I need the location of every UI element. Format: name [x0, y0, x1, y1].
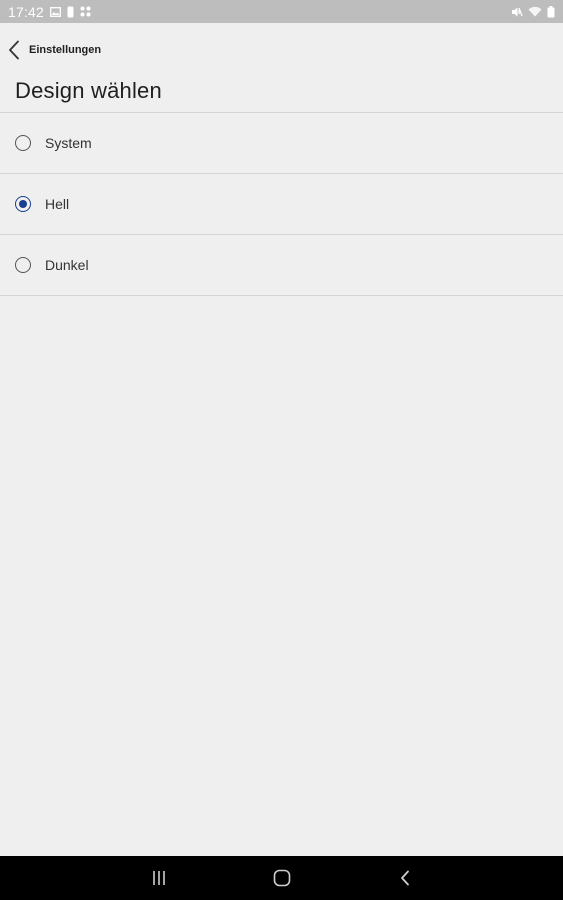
recent-apps-icon: [151, 870, 167, 886]
option-dunkel[interactable]: Dunkel: [0, 235, 563, 296]
status-left: 17:42: [8, 4, 91, 20]
navigation-bar: [0, 856, 563, 900]
option-label: Hell: [45, 196, 70, 212]
back-icon: [399, 870, 411, 886]
home-icon: [273, 869, 291, 887]
home-button[interactable]: [260, 856, 304, 900]
option-hell[interactable]: Hell: [0, 174, 563, 235]
status-right: [511, 5, 555, 18]
apps-grid-icon: [80, 6, 91, 17]
nav-back-button[interactable]: [383, 856, 427, 900]
mute-icon: [511, 6, 523, 18]
status-time: 17:42: [8, 3, 45, 20]
battery-icon: [547, 5, 555, 18]
lock-icon: [67, 6, 74, 18]
option-system[interactable]: System: [0, 113, 563, 174]
option-label: System: [45, 135, 92, 151]
design-option-list: System Hell Dunkel: [0, 112, 563, 296]
page-title: Design wählen: [15, 78, 162, 103]
gallery-icon: [50, 6, 61, 17]
wifi-icon: [528, 6, 542, 17]
back-label: Einstellungen: [29, 44, 102, 56]
radio-button[interactable]: [15, 257, 31, 273]
back-button[interactable]: Einstellungen: [8, 37, 101, 63]
top-bar: Einstellungen: [0, 23, 563, 73]
status-bar: 17:42: [0, 0, 563, 23]
radio-button-checked[interactable]: [15, 196, 31, 212]
radio-button[interactable]: [15, 135, 31, 151]
recent-apps-button[interactable]: [137, 856, 181, 900]
option-label: Dunkel: [45, 257, 89, 273]
chevron-left-icon: [8, 40, 20, 60]
